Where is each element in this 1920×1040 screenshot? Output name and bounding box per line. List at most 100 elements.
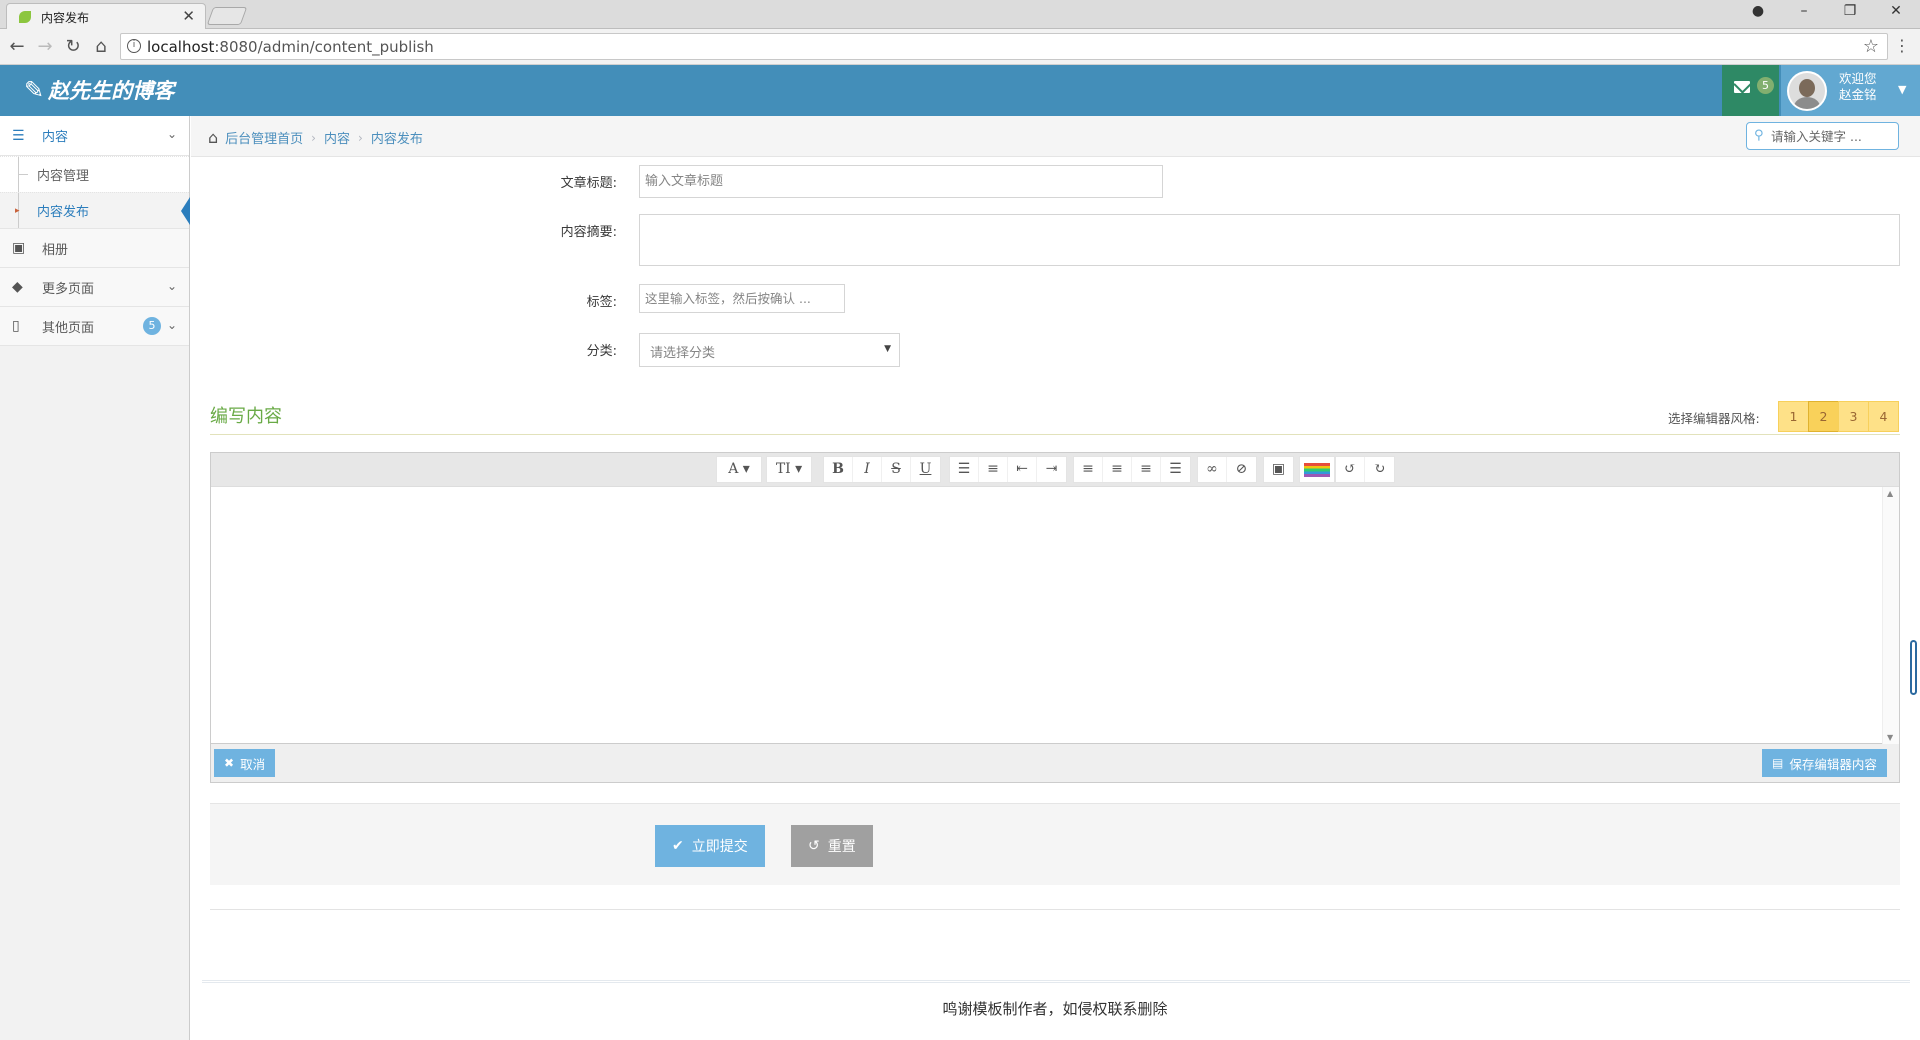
- back-arrow-icon[interactable]: ←: [6, 36, 28, 57]
- align-right-icon[interactable]: ≡: [1132, 457, 1161, 482]
- editor-style-1-button[interactable]: 1: [1778, 401, 1809, 432]
- cancel-button-label: 取消: [240, 756, 266, 772]
- editor-scrollbar[interactable]: ▲ ▼: [1882, 487, 1899, 744]
- address-bar[interactable]: i localhost:8080/admin/content_publish ☆: [120, 33, 1888, 60]
- font-size-group: TI ▾: [766, 456, 812, 483]
- align-group: ≡ ≡ ≡ ☰: [1073, 456, 1191, 483]
- sidebar-item-content[interactable]: ☰ 内容 ⌄: [0, 116, 189, 156]
- sidebar: ☰ 内容 ⌄ 内容管理 ▸ 内容发布 ▣ 相册 ◆ 更多页面 ⌄ ▯ 其他页面 …: [0, 116, 190, 1040]
- sidebar-item-more-pages[interactable]: ◆ 更多页面 ⌄: [0, 268, 189, 307]
- summary-textarea[interactable]: [639, 214, 1900, 266]
- browser-tab[interactable]: 内容发布 ✕: [6, 3, 206, 29]
- home-icon[interactable]: ⌂: [90, 36, 112, 57]
- leaf-favicon-icon: [19, 11, 31, 23]
- list-group: ☰ ≡ ⇤ ⇥: [949, 456, 1067, 483]
- wrench-logo-icon: ✎: [24, 76, 45, 104]
- breadcrumb-content-link[interactable]: 内容: [324, 128, 350, 147]
- font-size-icon[interactable]: TI ▾: [767, 457, 811, 482]
- align-justify-icon[interactable]: ☰: [1161, 457, 1190, 482]
- numbered-list-icon[interactable]: ≡: [979, 457, 1008, 482]
- reset-button[interactable]: ↺ 重置: [791, 825, 873, 867]
- link-icon[interactable]: ∞: [1198, 457, 1227, 482]
- editor-style-4-button[interactable]: 4: [1868, 401, 1899, 432]
- title-input[interactable]: [639, 165, 1163, 198]
- strikethrough-icon[interactable]: S: [882, 457, 911, 482]
- nav-search-box: ⚲: [1746, 122, 1899, 150]
- messages-button[interactable]: 5: [1722, 65, 1779, 116]
- sidebar-item-content-publish[interactable]: ▸ 内容发布: [0, 192, 190, 228]
- messages-badge: 5: [1757, 77, 1774, 94]
- editor-style-3-button[interactable]: 3: [1838, 401, 1869, 432]
- restore-button[interactable]: ❐: [1830, 3, 1870, 19]
- reset-button-label: 重置: [827, 839, 856, 855]
- submit-button-label: 立即提交: [691, 839, 748, 855]
- divider: [210, 909, 1900, 910]
- info-icon[interactable]: i: [127, 39, 141, 53]
- save-editor-button-label: 保存编辑器内容: [1789, 756, 1877, 772]
- times-icon: ✖: [224, 756, 235, 770]
- cancel-button[interactable]: ✖ 取消: [214, 749, 276, 777]
- outdent-icon[interactable]: ⇤: [1008, 457, 1037, 482]
- indent-icon[interactable]: ⇥: [1037, 457, 1066, 482]
- title-label: 文章标题:: [560, 176, 617, 191]
- format-group: B I S U: [823, 456, 941, 483]
- page-scroll-thumb[interactable]: [1910, 640, 1917, 695]
- tags-label: 标签:: [586, 295, 617, 310]
- tags-input[interactable]: [639, 284, 845, 313]
- sidebar-item-content-manage[interactable]: 内容管理: [0, 156, 189, 192]
- forward-arrow-icon[interactable]: →: [34, 36, 56, 57]
- browser-menu-icon[interactable]: ⋮: [1894, 36, 1910, 55]
- close-window-button[interactable]: ✕: [1876, 3, 1916, 19]
- sidebar-item-label: 其他页面: [42, 320, 95, 336]
- align-left-icon[interactable]: ≡: [1074, 457, 1103, 482]
- underline-icon[interactable]: U: [911, 457, 940, 482]
- browser-toolbar: ← → ↻ ⌂ i localhost:8080/admin/content_p…: [0, 29, 1920, 65]
- editor-footer: ✖ 取消 ▤ 保存编辑器内容: [211, 744, 1899, 782]
- tab-close-icon[interactable]: ✕: [182, 7, 195, 25]
- editor-style-2-button[interactable]: 2: [1808, 401, 1839, 432]
- welcome-text: 欢迎您 赵金铭: [1839, 71, 1877, 102]
- submit-button[interactable]: ✔ 立即提交: [655, 825, 765, 867]
- profile-icon[interactable]: ●: [1738, 3, 1778, 19]
- font-family-icon[interactable]: A ▾: [717, 457, 761, 482]
- scroll-down-icon[interactable]: ▼: [1887, 733, 1893, 742]
- italic-icon[interactable]: I: [853, 457, 882, 482]
- save-editor-button[interactable]: ▤ 保存编辑器内容: [1762, 749, 1887, 777]
- breadcrumb: ⌂ 后台管理首页 › 内容 › 内容发布: [208, 128, 423, 147]
- undo-icon[interactable]: ↺: [1336, 457, 1365, 482]
- reload-icon[interactable]: ↻: [62, 36, 84, 57]
- bookmark-star-icon[interactable]: ☆: [1863, 36, 1879, 57]
- home-icon[interactable]: ⌂: [208, 128, 218, 147]
- user-menu-button[interactable]: 欢迎您 赵金铭 ▼: [1781, 65, 1920, 116]
- align-center-icon[interactable]: ≡: [1103, 457, 1132, 482]
- app-navbar: ✎ 赵先生的博客 5 欢迎您 赵金铭 ▼: [0, 65, 1920, 116]
- select-caret-icon: ▼: [884, 344, 891, 354]
- picture-icon: ▣: [12, 240, 26, 256]
- minimize-button[interactable]: –: [1784, 3, 1824, 19]
- sidebar-item-album[interactable]: ▣ 相册: [0, 229, 189, 268]
- sidebar-item-label: 相册: [42, 242, 69, 258]
- scroll-up-icon[interactable]: ▲: [1887, 489, 1893, 498]
- list-icon: ☰: [12, 127, 25, 144]
- tag-icon: ◆: [12, 279, 23, 295]
- content-submenu: 内容管理 ▸ 内容发布: [0, 156, 190, 229]
- image-icon[interactable]: ▣: [1264, 457, 1293, 482]
- breadcrumb-bar: ⌂ 后台管理首页 › 内容 › 内容发布 ⚲: [191, 116, 1920, 157]
- footer-divider: [202, 980, 1910, 983]
- other-pages-badge: 5: [143, 317, 161, 335]
- editor-content-area[interactable]: ▲ ▼: [211, 487, 1899, 744]
- unlink-icon[interactable]: ⊘: [1227, 457, 1256, 482]
- form-actions: ✔ 立即提交 ↺ 重置: [210, 803, 1900, 885]
- brand-logo[interactable]: ✎ 赵先生的博客: [24, 75, 174, 105]
- new-tab-button[interactable]: [206, 7, 248, 25]
- redo-icon[interactable]: ↻: [1365, 457, 1394, 482]
- history-group: ↺ ↻: [1335, 456, 1395, 483]
- breadcrumb-home-link[interactable]: 后台管理首页: [225, 128, 303, 147]
- color-palette-icon[interactable]: [1304, 463, 1330, 477]
- editor-style-label: 选择编辑器风格:: [1668, 411, 1760, 426]
- sidebar-item-other-pages[interactable]: ▯ 其他页面 5 ⌄: [0, 307, 189, 346]
- bold-icon[interactable]: B: [824, 457, 853, 482]
- category-select[interactable]: 请选择分类 ▼: [639, 333, 900, 367]
- bullet-list-icon[interactable]: ☰: [950, 457, 979, 482]
- search-input[interactable]: [1771, 127, 1893, 145]
